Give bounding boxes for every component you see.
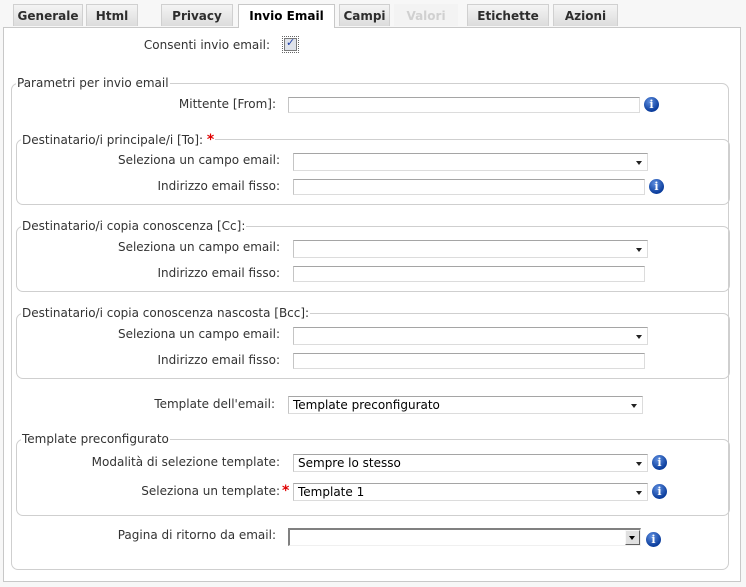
chevron-down-icon bbox=[636, 335, 642, 339]
info-icon[interactable]: i bbox=[652, 484, 667, 499]
preconfigured-template-fieldset: Template preconfigurato bbox=[16, 432, 730, 516]
bcc-field-select-label: Seleziona un campo email: bbox=[117, 327, 280, 341]
sender-label: Mittente [From]: bbox=[178, 97, 276, 111]
allow-email-checkbox[interactable]: ✓ bbox=[282, 36, 299, 53]
template-choice-value: Template 1 bbox=[298, 485, 365, 499]
to-field-select[interactable] bbox=[293, 153, 648, 171]
tab-generale[interactable]: Generale bbox=[13, 4, 83, 26]
template-select-label: Seleziona un template: bbox=[141, 484, 280, 498]
bcc-fixed-address-input[interactable] bbox=[293, 353, 645, 369]
cc-field-select[interactable] bbox=[293, 240, 648, 258]
to-legend: Destinatario/i principale/i [To]: * bbox=[21, 132, 216, 148]
return-page-select[interactable] bbox=[288, 528, 641, 546]
bcc-fieldset: Destinatario/i copia conoscenza nascosta… bbox=[16, 306, 730, 379]
tab-html[interactable]: Html bbox=[86, 4, 138, 26]
return-page-label: Pagina di ritorno da email: bbox=[117, 528, 276, 542]
chevron-down-icon bbox=[636, 462, 642, 466]
info-icon[interactable]: i bbox=[644, 97, 659, 112]
to-fixed-address-input[interactable] bbox=[293, 179, 645, 195]
cc-fixed-address-label: Indirizzo email fisso: bbox=[157, 266, 280, 280]
required-icon: * bbox=[206, 132, 215, 148]
bcc-legend: Destinatario/i copia conoscenza nascosta… bbox=[21, 306, 311, 320]
chevron-down-icon bbox=[631, 404, 637, 408]
to-fieldset: Destinatario/i principale/i [To]: * bbox=[16, 132, 730, 205]
required-icon: * bbox=[282, 483, 290, 499]
template-mode-value: Sempre lo stesso bbox=[298, 456, 401, 470]
chevron-down-icon bbox=[636, 248, 642, 252]
bcc-field-select[interactable] bbox=[293, 327, 648, 345]
bcc-fixed-address-label: Indirizzo email fisso: bbox=[157, 353, 280, 367]
template-mode-label: Modalità di selezione template: bbox=[91, 455, 280, 469]
tab-valori: Valori bbox=[394, 4, 458, 26]
cc-fixed-address-input[interactable] bbox=[293, 266, 645, 282]
tab-campi[interactable]: Campi bbox=[339, 4, 390, 26]
cc-legend: Destinatario/i copia conoscenza [Cc]: bbox=[21, 219, 247, 233]
info-icon[interactable]: i bbox=[652, 455, 667, 470]
email-params-legend: Parametri per invio email bbox=[16, 76, 170, 90]
cc-field-select-label: Seleziona un campo email: bbox=[117, 240, 280, 254]
template-select-value: Template preconfigurato bbox=[293, 398, 440, 412]
info-icon[interactable]: i bbox=[649, 179, 664, 194]
allow-email-label: Consenti invio email: bbox=[143, 38, 270, 52]
cc-fieldset: Destinatario/i copia conoscenza [Cc]: bbox=[16, 219, 730, 292]
info-icon[interactable]: i bbox=[646, 532, 661, 547]
dropdown-button[interactable] bbox=[625, 530, 640, 545]
to-fixed-address-label: Indirizzo email fisso: bbox=[157, 179, 280, 193]
chevron-down-icon bbox=[629, 536, 635, 540]
to-field-select-label: Seleziona un campo email: bbox=[117, 153, 280, 167]
preconfigured-template-legend: Template preconfigurato bbox=[21, 432, 170, 446]
check-icon: ✓ bbox=[286, 36, 296, 49]
tab-etichette[interactable]: Etichette bbox=[467, 4, 549, 26]
tab-azioni[interactable]: Azioni bbox=[553, 4, 618, 26]
template-choice-select[interactable]: Template 1 bbox=[293, 483, 648, 501]
template-select[interactable]: Template preconfigurato bbox=[288, 396, 643, 414]
tab-invio-email[interactable]: Invio Email bbox=[238, 4, 335, 28]
to-legend-text: Destinatario/i principale/i [To]: bbox=[22, 133, 204, 147]
template-label: Template dell'email: bbox=[154, 397, 275, 411]
chevron-down-icon bbox=[636, 491, 642, 495]
chevron-down-icon bbox=[636, 161, 642, 165]
sender-input[interactable] bbox=[288, 97, 640, 113]
template-mode-select[interactable]: Sempre lo stesso bbox=[293, 454, 648, 472]
tab-privacy[interactable]: Privacy bbox=[161, 4, 233, 26]
